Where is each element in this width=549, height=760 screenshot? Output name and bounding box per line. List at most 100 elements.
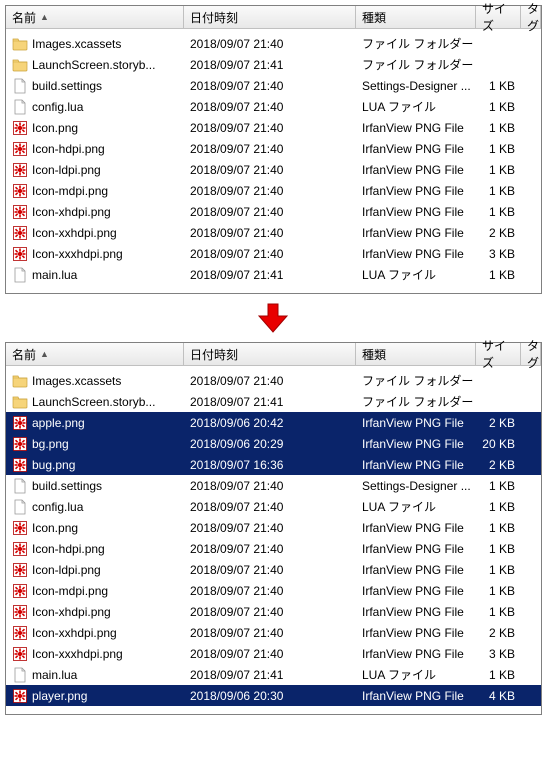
folder-icon bbox=[12, 36, 28, 52]
file-size: 1 KB bbox=[489, 205, 515, 219]
column-headers: 名前 ▲ 日付時刻 種類 サイズ タグ bbox=[6, 343, 541, 366]
file-type: Settings-Designer ... bbox=[362, 79, 471, 93]
file-row[interactable]: Icon-xxhdpi.png 2018/09/07 21:40 IrfanVi… bbox=[6, 222, 541, 243]
cell-date: 2018/09/07 21:40 bbox=[184, 163, 356, 177]
file-row[interactable]: Icon-hdpi.png 2018/09/07 21:40 IrfanView… bbox=[6, 138, 541, 159]
header-label: 日付時刻 bbox=[190, 9, 238, 26]
png-file-icon bbox=[12, 141, 28, 157]
file-type: IrfanView PNG File bbox=[362, 626, 464, 640]
file-type: IrfanView PNG File bbox=[362, 163, 464, 177]
column-header-name[interactable]: 名前 ▲ bbox=[6, 6, 184, 28]
file-row[interactable]: Icon-ldpi.png 2018/09/07 21:40 IrfanView… bbox=[6, 559, 541, 580]
file-row[interactable]: Icon.png 2018/09/07 21:40 IrfanView PNG … bbox=[6, 117, 541, 138]
file-row[interactable]: Icon-xxxhdpi.png 2018/09/07 21:40 IrfanV… bbox=[6, 643, 541, 664]
file-row[interactable]: config.lua 2018/09/07 21:40 LUA ファイル 1 K… bbox=[6, 496, 541, 517]
cell-type: ファイル フォルダー bbox=[356, 372, 476, 389]
file-date: 2018/09/07 21:40 bbox=[190, 542, 283, 556]
file-date: 2018/09/07 21:40 bbox=[190, 605, 283, 619]
file-date: 2018/09/07 21:40 bbox=[190, 374, 283, 388]
file-type: LUA ファイル bbox=[362, 98, 436, 115]
file-row[interactable]: Icon-ldpi.png 2018/09/07 21:40 IrfanView… bbox=[6, 159, 541, 180]
column-header-date[interactable]: 日付時刻 bbox=[184, 343, 356, 365]
cell-size: 2 KB bbox=[476, 458, 521, 472]
file-size: 20 KB bbox=[482, 437, 515, 451]
cell-type: IrfanView PNG File bbox=[356, 521, 476, 535]
cell-size: 1 KB bbox=[476, 79, 521, 93]
column-header-type[interactable]: 種類 bbox=[356, 6, 476, 28]
cell-name: Icon-xxxhdpi.png bbox=[6, 246, 184, 262]
cell-type: IrfanView PNG File bbox=[356, 416, 476, 430]
cell-size: 1 KB bbox=[476, 205, 521, 219]
file-row[interactable]: config.lua 2018/09/07 21:40 LUA ファイル 1 K… bbox=[6, 96, 541, 117]
cell-type: IrfanView PNG File bbox=[356, 121, 476, 135]
file-row[interactable]: Images.xcassets 2018/09/07 21:40 ファイル フォ… bbox=[6, 33, 541, 54]
file-name: main.lua bbox=[32, 268, 77, 282]
cell-date: 2018/09/07 21:40 bbox=[184, 142, 356, 156]
column-header-date[interactable]: 日付時刻 bbox=[184, 6, 356, 28]
cell-name: config.lua bbox=[6, 99, 184, 115]
file-name: Icon-hdpi.png bbox=[32, 142, 105, 156]
file-date: 2018/09/07 21:40 bbox=[190, 563, 283, 577]
file-row[interactable]: LaunchScreen.storyb... 2018/09/07 21:41 … bbox=[6, 54, 541, 75]
header-label: タグ bbox=[527, 337, 539, 371]
file-row[interactable]: player.png 2018/09/06 20:30 IrfanView PN… bbox=[6, 685, 541, 706]
column-header-name[interactable]: 名前 ▲ bbox=[6, 343, 184, 365]
cell-date: 2018/09/07 21:40 bbox=[184, 647, 356, 661]
cell-date: 2018/09/07 21:40 bbox=[184, 205, 356, 219]
folder-icon bbox=[12, 394, 28, 410]
cell-name: Icon-xhdpi.png bbox=[6, 204, 184, 220]
file-rows: Images.xcassets 2018/09/07 21:40 ファイル フォ… bbox=[6, 29, 541, 293]
file-date: 2018/09/07 21:40 bbox=[190, 79, 283, 93]
file-row[interactable]: Icon-xhdpi.png 2018/09/07 21:40 IrfanVie… bbox=[6, 601, 541, 622]
file-row[interactable]: apple.png 2018/09/06 20:42 IrfanView PNG… bbox=[6, 412, 541, 433]
file-row[interactable]: Icon-xxxhdpi.png 2018/09/07 21:40 IrfanV… bbox=[6, 243, 541, 264]
cell-name: main.lua bbox=[6, 667, 184, 683]
file-type: ファイル フォルダー bbox=[362, 393, 473, 410]
file-row[interactable]: Icon-xhdpi.png 2018/09/07 21:40 IrfanVie… bbox=[6, 201, 541, 222]
file-icon bbox=[12, 667, 28, 683]
cell-date: 2018/09/07 21:41 bbox=[184, 668, 356, 682]
header-label: 日付時刻 bbox=[190, 346, 238, 363]
file-row[interactable]: Icon.png 2018/09/07 21:40 IrfanView PNG … bbox=[6, 517, 541, 538]
file-row[interactable]: main.lua 2018/09/07 21:41 LUA ファイル 1 KB bbox=[6, 664, 541, 685]
file-row[interactable]: build.settings 2018/09/07 21:40 Settings… bbox=[6, 475, 541, 496]
file-icon bbox=[12, 499, 28, 515]
file-row[interactable]: bg.png 2018/09/06 20:29 IrfanView PNG Fi… bbox=[6, 433, 541, 454]
file-row[interactable]: Icon-hdpi.png 2018/09/07 21:40 IrfanView… bbox=[6, 538, 541, 559]
file-row[interactable]: main.lua 2018/09/07 21:41 LUA ファイル 1 KB bbox=[6, 264, 541, 285]
column-header-tag[interactable]: タグ bbox=[521, 6, 541, 28]
file-row[interactable]: Images.xcassets 2018/09/07 21:40 ファイル フォ… bbox=[6, 370, 541, 391]
header-label: タグ bbox=[527, 0, 539, 34]
cell-name: Icon-xhdpi.png bbox=[6, 604, 184, 620]
file-row[interactable]: build.settings 2018/09/07 21:40 Settings… bbox=[6, 75, 541, 96]
png-file-icon bbox=[12, 625, 28, 641]
cell-size: 1 KB bbox=[476, 542, 521, 556]
file-date: 2018/09/07 21:40 bbox=[190, 163, 283, 177]
cell-size: 1 KB bbox=[476, 563, 521, 577]
file-row[interactable]: Icon-xxhdpi.png 2018/09/07 21:40 IrfanVi… bbox=[6, 622, 541, 643]
file-row[interactable]: bug.png 2018/09/07 16:36 IrfanView PNG F… bbox=[6, 454, 541, 475]
column-header-size[interactable]: サイズ bbox=[476, 6, 521, 28]
cell-date: 2018/09/07 21:41 bbox=[184, 395, 356, 409]
file-size: 1 KB bbox=[489, 163, 515, 177]
cell-size: 1 KB bbox=[476, 605, 521, 619]
file-row[interactable]: Icon-mdpi.png 2018/09/07 21:40 IrfanView… bbox=[6, 580, 541, 601]
file-icon bbox=[12, 99, 28, 115]
file-list-panel: 名前 ▲ 日付時刻 種類 サイズ タグ Images.xcassets 2018… bbox=[5, 342, 542, 715]
file-size: 4 KB bbox=[489, 689, 515, 703]
column-header-size[interactable]: サイズ bbox=[476, 343, 521, 365]
column-header-tag[interactable]: タグ bbox=[521, 343, 541, 365]
file-size: 1 KB bbox=[489, 479, 515, 493]
png-file-icon bbox=[12, 604, 28, 620]
file-type: IrfanView PNG File bbox=[362, 458, 464, 472]
file-row[interactable]: Icon-mdpi.png 2018/09/07 21:40 IrfanView… bbox=[6, 180, 541, 201]
cell-type: IrfanView PNG File bbox=[356, 626, 476, 640]
cell-name: apple.png bbox=[6, 415, 184, 431]
file-name: Icon-ldpi.png bbox=[32, 563, 101, 577]
cell-type: IrfanView PNG File bbox=[356, 163, 476, 177]
column-header-type[interactable]: 種類 bbox=[356, 343, 476, 365]
file-size: 1 KB bbox=[489, 268, 515, 282]
cell-name: Icon-hdpi.png bbox=[6, 141, 184, 157]
cell-name: main.lua bbox=[6, 267, 184, 283]
file-row[interactable]: LaunchScreen.storyb... 2018/09/07 21:41 … bbox=[6, 391, 541, 412]
